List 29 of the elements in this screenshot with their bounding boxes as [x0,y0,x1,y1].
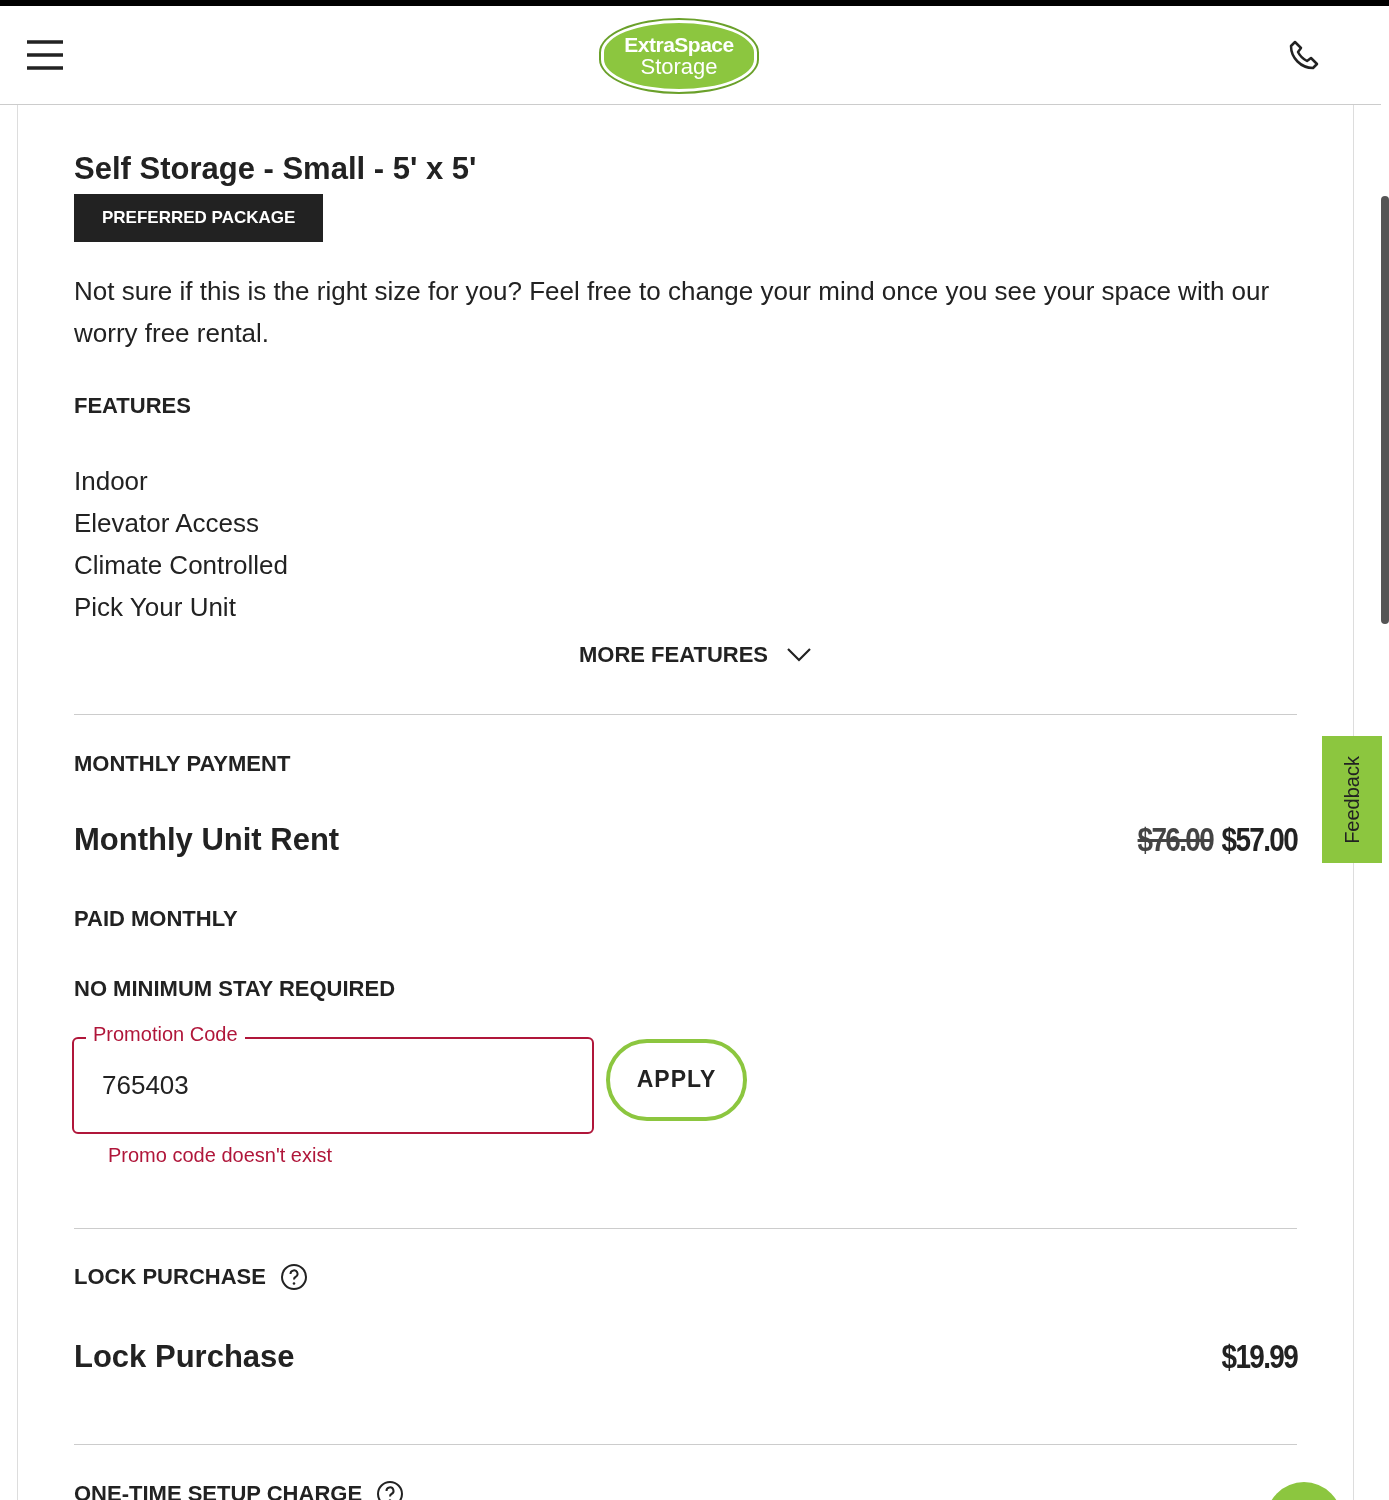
package-badge: PREFERRED PACKAGE [74,194,324,242]
stay-note: NO MINIMUM STAY REQUIRED [74,975,397,1003]
feature-item: Pick Your Unit [74,591,236,624]
more-features-button[interactable]: MORE FEATURES [574,638,816,672]
price: $57.00 [1221,820,1297,859]
unit-title: Self Storage - Small - 5' x 5' [74,150,478,188]
feature-item: Climate Controlled [74,549,288,582]
logo-text: Storage [640,56,718,78]
price: $19.99 [1221,1337,1297,1376]
section-heading: MONTHLY PAYMENT [74,750,292,778]
scrollbar-thumb[interactable] [1381,196,1389,624]
help-icon[interactable] [376,1480,405,1500]
original-price: $76.00 [1137,820,1213,859]
feature-item: Indoor [74,465,148,498]
section-heading: FEATURES [74,392,192,420]
lock-label: Lock Purchase [74,1338,295,1375]
chevron-icon [786,647,812,663]
feature-item: Elevator Access [74,507,259,540]
menu-icon[interactable] [26,39,64,71]
logo-text: ExtraSpace [624,34,734,56]
section-heading: LOCK PURCHASE [74,1263,266,1291]
error-message: Promo code doesn't exist [108,1144,332,1167]
rent-label: Monthly Unit Rent [74,821,340,858]
feedback-tab[interactable]: Feedback [1322,736,1382,863]
unit-description: Not sure if this is the right size for you? Feel free to change your mind once you see your space with our worry free rental. [74,275,1271,350]
help-icon[interactable] [279,1263,308,1291]
phone-icon[interactable] [1287,38,1321,72]
apply-button[interactable]: APPLY [606,1038,747,1121]
billing-note: PAID MONTHLY [74,905,239,933]
